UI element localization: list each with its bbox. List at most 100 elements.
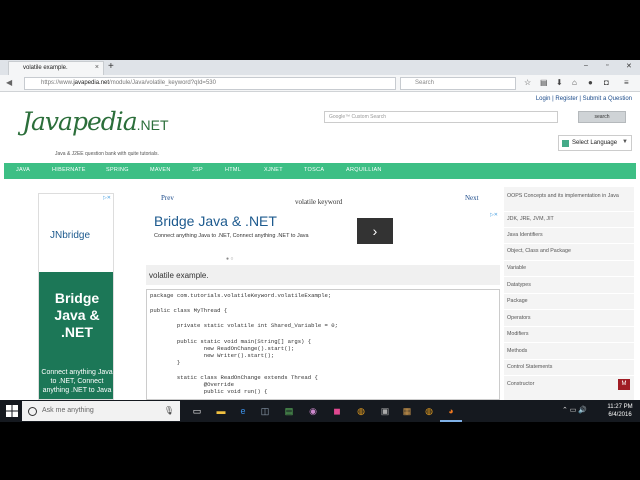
code-line: public void run() {: [150, 388, 268, 395]
adchoices-icon[interactable]: ▷✕: [103, 195, 111, 201]
site-logo[interactable]: Javapedia.NET: [22, 107, 169, 136]
system-tray[interactable]: ⌃ ▭ 🔊: [562, 406, 587, 414]
nav-item-jsp[interactable]: JSP: [192, 167, 203, 173]
nav-item-arquillian[interactable]: ARQUILLIAN: [346, 167, 382, 173]
photos-icon[interactable]: ◼: [330, 404, 344, 418]
nav-item-xjnet[interactable]: XJNET: [264, 167, 283, 173]
code-line: public class MyThread {: [150, 307, 228, 314]
account-links[interactable]: Login | Register | Submit a Question: [536, 96, 632, 102]
sidebar-item[interactable]: Java Identifiers: [507, 232, 625, 239]
windows-start-icon[interactable]: [6, 405, 18, 417]
maximize-button[interactable]: ▫: [606, 62, 608, 69]
site-search-input[interactable]: Google™ Custom Search: [324, 111, 558, 123]
nav-item-hibernate[interactable]: HIBERNATE: [52, 167, 86, 173]
download-icon[interactable]: ⬇: [556, 78, 563, 87]
tab-active[interactable]: volatile example. ×: [8, 61, 104, 75]
url-path: /module/Java/volatile_keyword?qId=530: [109, 80, 216, 86]
nav-item-html[interactable]: HTML: [225, 167, 241, 173]
chevron-down-icon: ▼: [622, 139, 628, 145]
clock[interactable]: 11:27 PM 6/4/2016: [606, 403, 634, 419]
sidebar-item[interactable]: OOPS Concepts and its implementation in …: [507, 193, 625, 200]
sidebar-item[interactable]: Variable: [507, 265, 625, 272]
file-explorer-icon[interactable]: ▬: [214, 404, 228, 418]
content-title: volatile example.: [146, 265, 500, 285]
chat-icon[interactable]: ●: [588, 78, 593, 87]
sidebar-item[interactable]: Object, Class and Package: [507, 248, 625, 255]
edge-icon[interactable]: e: [236, 404, 250, 418]
sidebar-item[interactable]: Modifiers: [507, 331, 625, 338]
back-arrow-icon[interactable]: ◀: [6, 78, 12, 87]
nav-item-spring[interactable]: SPRING: [106, 167, 129, 173]
sidebar-item[interactable]: Package: [507, 298, 625, 305]
code-line: public static void main(String[] args) {: [150, 338, 312, 345]
left-ad-subtext: Connect anything Java to .NET, Connect a…: [41, 369, 113, 394]
pocket-icon[interactable]: ◘: [604, 78, 609, 87]
topic-sidebar: OOPS Concepts and its implementation in …: [504, 187, 634, 400]
left-ad-headline: Bridge Java & .NET: [54, 290, 100, 340]
chrome-icon[interactable]: ◍: [354, 404, 368, 418]
center-ad-subtext: Connect anything Java to .NET, Connect a…: [154, 233, 309, 239]
code-line: static class ReadOnChange extends Thread…: [150, 374, 318, 381]
code-line: private static volatile int Shared_Varia…: [150, 322, 338, 329]
close-window-button[interactable]: ✕: [626, 62, 632, 70]
taskbar: Ask me anything 🎙 ▭ ▬ e ◫ ▤ ◉ ◼ ◍ ▣ ▦ ◍ …: [0, 400, 640, 422]
browser-search-input[interactable]: Search: [400, 77, 516, 90]
sidebar-item[interactable]: Control Statements: [507, 364, 625, 371]
web-page: Login | Register | Submit a Question Jav…: [0, 93, 640, 400]
site-search-button[interactable]: search: [578, 111, 626, 123]
google-translate-icon: [562, 140, 569, 147]
firefox-icon[interactable]: ◕: [440, 404, 462, 422]
sidebar-item[interactable]: Datatypes: [507, 282, 625, 289]
logo-main: Javapedia: [22, 107, 138, 136]
mcafee-shield-icon[interactable]: M: [618, 379, 630, 390]
prev-link[interactable]: Prev: [161, 194, 174, 202]
cortana-placeholder: Ask me anything: [42, 407, 94, 414]
sidebar-item[interactable]: Methods: [507, 348, 625, 355]
jnbridge-logo: JNbridge: [50, 230, 91, 241]
code-line: new ReadOnChange().start();: [150, 345, 295, 352]
nav-item-java[interactable]: JAVA: [16, 167, 30, 173]
tab-strip: volatile example. × + – ▫ ✕: [0, 60, 640, 75]
sidebar-item[interactable]: JDK, JRE, JVM, JIT: [507, 216, 625, 223]
sidebar-divider: [504, 260, 634, 261]
media-icon[interactable]: ◉: [306, 404, 320, 418]
carousel-dots[interactable]: ● ○: [226, 256, 233, 262]
app-icon[interactable]: ◫: [258, 404, 272, 418]
new-tab-button[interactable]: +: [108, 61, 114, 73]
sidebar-item[interactable]: Operators: [507, 315, 625, 322]
chrome-icon-2[interactable]: ◍: [422, 404, 436, 418]
center-adchoices-icon[interactable]: ▷✕: [490, 212, 498, 218]
terminal-icon[interactable]: ▣: [378, 404, 392, 418]
sidebar-divider: [504, 309, 634, 310]
chevron-right-icon[interactable]: ›: [357, 218, 393, 244]
language-select[interactable]: Select Language ▼: [558, 135, 632, 151]
microphone-icon[interactable]: 🎙: [164, 406, 174, 415]
next-link[interactable]: Next: [465, 194, 479, 202]
browser-search-placeholder: Search: [415, 80, 435, 86]
library-icon[interactable]: ▤: [540, 78, 548, 87]
nav-item-maven[interactable]: MAVEN: [150, 167, 171, 173]
tab-title: volatile example.: [23, 65, 68, 71]
sidebar-divider: [504, 359, 634, 360]
tool-icon[interactable]: ▦: [400, 404, 414, 418]
url-bar[interactable]: https://www.javapedia.net/module/Java/vo…: [24, 77, 396, 90]
tab-close-icon[interactable]: ×: [95, 64, 99, 71]
cortana-search-input[interactable]: Ask me anything 🎙: [22, 401, 180, 421]
minimize-button[interactable]: –: [584, 62, 588, 69]
star-icon[interactable]: ☆: [524, 78, 531, 87]
url-prefix: https://www.: [41, 80, 74, 86]
nav-item-tosca[interactable]: TOSCA: [304, 167, 324, 173]
sidebar-item[interactable]: Constructor: [507, 381, 625, 388]
cortana-icon: [28, 407, 37, 416]
notepad-icon[interactable]: ▤: [282, 404, 296, 418]
task-view-icon[interactable]: ▭: [190, 404, 204, 418]
center-ad-banner[interactable]: Bridge Java & .NET Connect anything Java…: [148, 211, 500, 253]
sidebar-divider: [504, 227, 634, 228]
center-ad-headline: Bridge Java & .NET: [154, 213, 277, 229]
home-icon[interactable]: ⌂: [572, 78, 577, 87]
left-ad-banner[interactable]: ▷✕ JNbridge Bridge Java & .NET Connect a…: [38, 193, 114, 400]
screen: volatile example. × + – ▫ ✕ ◀ https://ww…: [0, 0, 640, 480]
menu-icon[interactable]: ≡: [624, 78, 629, 87]
site-tagline: Java & J2EE question bank with quite tut…: [55, 151, 159, 157]
sidebar-divider: [504, 211, 634, 212]
